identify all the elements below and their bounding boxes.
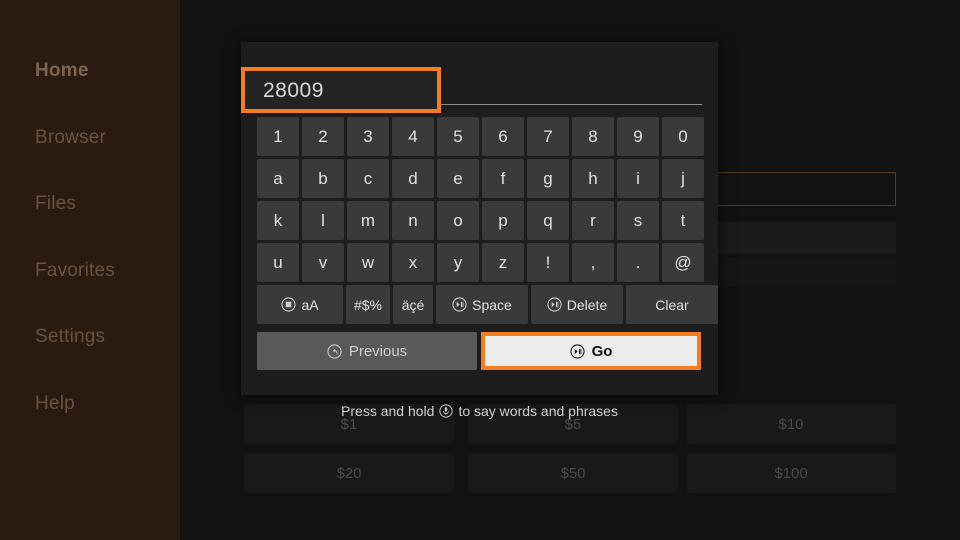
key-n[interactable]: n: [392, 201, 434, 240]
keyboard-action-row: Previous Go: [257, 332, 718, 370]
key-e[interactable]: e: [437, 159, 479, 198]
key-shift-case-label: aA: [301, 296, 319, 313]
key-![interactable]: !: [527, 243, 569, 282]
key-symbols-label: #$%: [353, 296, 383, 313]
key-u[interactable]: u: [257, 243, 299, 282]
previous-button-label: Previous: [348, 342, 408, 360]
key-c[interactable]: c: [347, 159, 389, 198]
key-2[interactable]: 2: [302, 117, 344, 156]
play-pause-button-icon: [452, 297, 467, 312]
key-accents-label: äçé: [401, 296, 425, 313]
key-clear-label: Clear: [655, 296, 689, 313]
background-search-input[interactable]: [714, 172, 896, 206]
keyboard-row: klmnopqrst: [257, 201, 718, 240]
play-pause-button-icon: [570, 343, 585, 359]
background-list-row[interactable]: [714, 258, 896, 286]
voice-hint-before: Press and hold: [341, 403, 435, 419]
key-g[interactable]: g: [527, 159, 569, 198]
key-@[interactable]: @: [662, 243, 704, 282]
key-p[interactable]: p: [482, 201, 524, 240]
go-button[interactable]: Go: [485, 336, 697, 366]
background-list-row[interactable]: [714, 222, 896, 254]
voice-hint-after: to say words and phrases: [458, 403, 618, 419]
key-,[interactable]: ,: [572, 243, 614, 282]
key-a[interactable]: a: [257, 159, 299, 198]
search-input[interactable]: 28009: [263, 79, 324, 103]
key-i[interactable]: i: [617, 159, 659, 198]
key-d[interactable]: d: [392, 159, 434, 198]
key-delete-label: Delete: [566, 296, 608, 313]
key-3[interactable]: 3: [347, 117, 389, 156]
key-z[interactable]: z: [482, 243, 524, 282]
key-6[interactable]: 6: [482, 117, 524, 156]
key-symbols[interactable]: #$%: [346, 285, 390, 324]
key-1[interactable]: 1: [257, 117, 299, 156]
key-7[interactable]: 7: [527, 117, 569, 156]
select-button-icon: [281, 297, 297, 312]
donation-button[interactable]: $20: [244, 453, 454, 493]
key-.[interactable]: .: [617, 243, 659, 282]
microphone-button-icon: [439, 404, 454, 418]
key-9[interactable]: 9: [617, 117, 659, 156]
key-0[interactable]: 0: [662, 117, 704, 156]
keyboard-input-area: 28009: [241, 67, 718, 113]
play-pause-button-icon: [547, 297, 562, 312]
sidebar-item-files[interactable]: Files: [35, 193, 76, 215]
onscreen-keyboard-dialog: 28009 1234567890abcdefghijklmnopqrstuvwx…: [241, 42, 718, 395]
sidebar-item-home[interactable]: Home: [35, 60, 89, 82]
key-s[interactable]: s: [617, 201, 659, 240]
key-delete[interactable]: Delete: [531, 285, 623, 324]
voice-hint: Press and hold to say words and phrases: [241, 403, 718, 419]
key-q[interactable]: q: [527, 201, 569, 240]
back-button-icon: [327, 343, 342, 359]
key-y[interactable]: y: [437, 243, 479, 282]
key-j[interactable]: j: [662, 159, 704, 198]
key-o[interactable]: o: [437, 201, 479, 240]
keyboard-function-row: aA #$% äçé Space Delete Clear: [257, 285, 718, 324]
keyboard-row: 1234567890: [257, 117, 718, 156]
keyboard-row: abcdefghij: [257, 159, 718, 198]
donation-button[interactable]: $50: [468, 453, 678, 493]
key-accents[interactable]: äçé: [393, 285, 433, 324]
key-w[interactable]: w: [347, 243, 389, 282]
keyboard-row: u v w x y z!,. @: [257, 243, 718, 282]
sidebar-item-browser[interactable]: Browser: [35, 127, 106, 149]
key-h[interactable]: h: [572, 159, 614, 198]
key-space-label: Space: [472, 296, 512, 313]
key-v[interactable]: v: [302, 243, 344, 282]
donation-button[interactable]: $100: [686, 453, 896, 493]
go-button-focus-ring: Go: [481, 332, 701, 370]
key-l[interactable]: l: [302, 201, 344, 240]
sidebar-item-settings[interactable]: Settings: [35, 326, 105, 348]
key-clear[interactable]: Clear: [626, 285, 718, 324]
key-b[interactable]: b: [302, 159, 344, 198]
previous-button[interactable]: Previous: [257, 332, 477, 370]
sidebar-item-favorites[interactable]: Favorites: [35, 260, 115, 282]
go-button-label: Go: [591, 342, 613, 360]
sidebar: Home Browser Files Favorites Settings Help: [0, 0, 180, 540]
key-5[interactable]: 5: [437, 117, 479, 156]
key-m[interactable]: m: [347, 201, 389, 240]
key-x[interactable]: x: [392, 243, 434, 282]
sidebar-item-help[interactable]: Help: [35, 393, 75, 415]
key-f[interactable]: f: [482, 159, 524, 198]
key-t[interactable]: t: [662, 201, 704, 240]
key-space[interactable]: Space: [436, 285, 528, 324]
input-focus-ring: 28009: [241, 67, 441, 113]
keyboard-keys: 1 2 3 4 5 6 7 8 9 0 a b c d e f g h i j k l m n o p q r s t u v w x y z!,. @…: [257, 117, 718, 373]
key-k[interactable]: k: [257, 201, 299, 240]
key-shift-case[interactable]: aA: [257, 285, 343, 324]
key-r[interactable]: r: [572, 201, 614, 240]
key-8[interactable]: 8: [572, 117, 614, 156]
key-4[interactable]: 4: [392, 117, 434, 156]
